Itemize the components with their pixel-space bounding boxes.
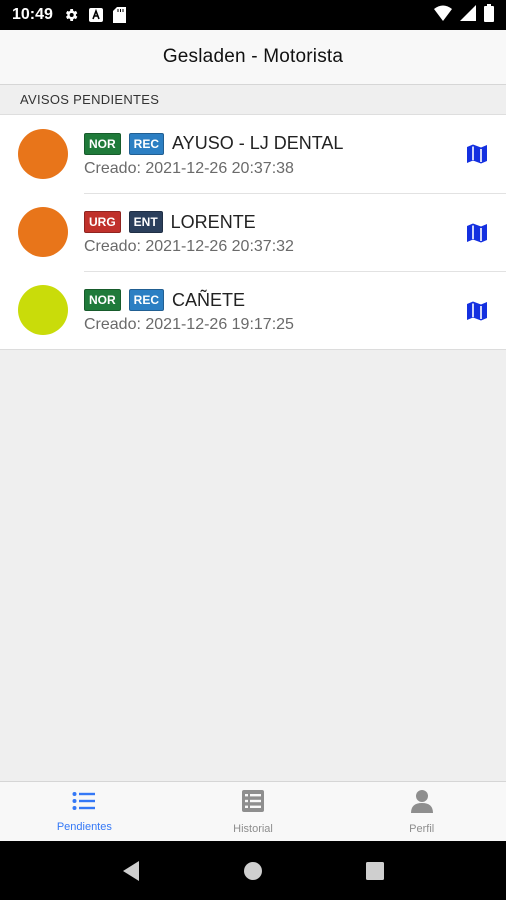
tab-label: Historial [233, 822, 273, 835]
created-date: Creado: 2021-12-26 20:37:32 [84, 238, 294, 255]
pending-list: NOR REC AYUSO - LJ DENTAL Creado: 2021-1… [0, 115, 506, 350]
status-dot [18, 285, 68, 335]
list-icon [72, 791, 96, 816]
priority-tag: NOR [84, 132, 121, 155]
created-date: Creado: 2021-12-26 19:17:25 [84, 316, 294, 333]
person-icon [410, 789, 434, 818]
list-item[interactable]: URG ENT LORENTE Creado: 2021-12-26 20:37… [0, 193, 506, 271]
list-item[interactable]: NOR REC CAÑETE Creado: 2021-12-26 19:17:… [0, 271, 506, 349]
system-nav-bar [0, 841, 506, 900]
tab-pendientes[interactable]: Pendientes [0, 782, 169, 841]
status-dot [18, 207, 68, 257]
status-bar: 10:49 [0, 0, 506, 30]
back-icon[interactable] [111, 851, 151, 891]
app-header: Gesladen - Motorista [0, 30, 506, 85]
tab-label: Pendientes [56, 820, 112, 833]
wifi-icon [434, 5, 452, 26]
map-icon[interactable] [462, 218, 492, 248]
a-badge-icon [88, 8, 103, 22]
priority-tag: URG [84, 211, 121, 233]
tab-bar: Pendientes Historial Perfil [0, 781, 506, 841]
gear-icon [63, 7, 79, 23]
tab-perfil[interactable]: Perfil [337, 782, 506, 841]
table-list-icon [241, 789, 265, 818]
section-header: AVISOS PENDIENTES [0, 85, 506, 115]
item-name: CAÑETE [172, 289, 246, 310]
tab-label: Perfil [409, 822, 435, 835]
item-name: AYUSO - LJ DENTAL [172, 133, 344, 153]
sd-card-icon [112, 7, 126, 23]
priority-tag: NOR [84, 289, 121, 311]
status-time: 10:49 [12, 6, 53, 23]
type-tag: REC [128, 132, 165, 155]
home-icon[interactable] [233, 851, 273, 891]
type-tag: ENT [128, 211, 163, 233]
item-name: LORENTE [170, 211, 256, 232]
battery-icon [484, 3, 494, 27]
section-title: AVISOS PENDIENTES [20, 92, 160, 107]
list-item[interactable]: NOR REC AYUSO - LJ DENTAL Creado: 2021-1… [0, 115, 506, 193]
type-tag: REC [128, 289, 165, 311]
status-dot [18, 129, 68, 179]
created-date: Creado: 2021-12-26 20:37:38 [84, 159, 294, 177]
map-icon[interactable] [462, 139, 492, 169]
map-icon[interactable] [462, 296, 492, 326]
recents-icon[interactable] [355, 851, 395, 891]
page-title: Gesladen - Motorista [162, 46, 344, 67]
tab-historial[interactable]: Historial [169, 782, 338, 841]
signal-icon [460, 4, 476, 26]
